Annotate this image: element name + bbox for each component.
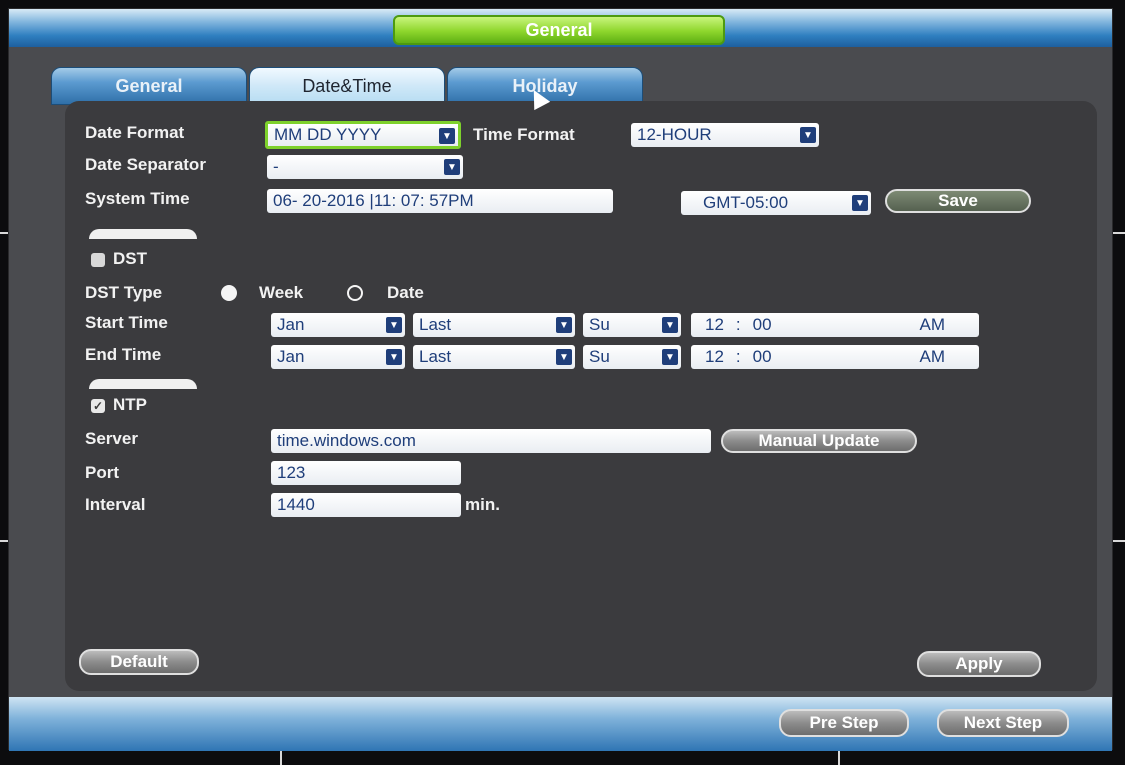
end-month-select[interactable]: Jan ▼ xyxy=(271,345,405,369)
port-label: Port xyxy=(85,463,119,482)
chevron-down-icon: ▼ xyxy=(556,349,572,365)
interval-input[interactable]: 1440 xyxy=(271,493,461,517)
chevron-down-icon: ▼ xyxy=(556,317,572,333)
end-colon: : xyxy=(735,347,741,366)
server-label: Server xyxy=(85,429,138,448)
apply-button[interactable]: Apply xyxy=(917,651,1041,677)
ntp-checkbox[interactable]: ✓ xyxy=(91,399,105,413)
chevron-down-icon: ▼ xyxy=(439,128,455,144)
start-ampm: AM xyxy=(919,315,946,334)
chevron-down-icon: ▼ xyxy=(852,195,868,211)
title-bar: General xyxy=(9,9,1112,47)
start-time-input[interactable]: 12 : 00 AM xyxy=(691,313,979,337)
date-separator-select[interactable]: - ▼ xyxy=(267,155,463,179)
chevron-down-icon: ▼ xyxy=(662,317,678,333)
date-format-select[interactable]: MM DD YYYY ▼ xyxy=(265,121,461,149)
end-day-value: Su xyxy=(589,347,610,366)
start-day-value: Su xyxy=(589,315,610,334)
screen-grid-line xyxy=(1113,540,1125,542)
start-month-select[interactable]: Jan ▼ xyxy=(271,313,405,337)
tab-date-time[interactable]: Date&Time xyxy=(249,67,445,105)
chevron-down-icon: ▼ xyxy=(800,127,816,143)
chevron-down-icon: ▼ xyxy=(386,349,402,365)
window-title: General xyxy=(393,15,725,45)
dst-type-week-label: Week xyxy=(259,283,304,302)
end-time-input[interactable]: 12 : 00 AM xyxy=(691,345,979,369)
dst-label: DST xyxy=(113,249,147,268)
start-time-label: Start Time xyxy=(85,313,168,332)
start-month-value: Jan xyxy=(277,315,305,334)
end-ampm: AM xyxy=(919,347,946,366)
time-format-label: Time Format xyxy=(473,125,575,144)
footer-bar: Pre Step Next Step xyxy=(9,697,1112,751)
start-hour: 12 xyxy=(705,315,724,334)
screen-grid-line xyxy=(0,540,8,542)
interval-label: Interval xyxy=(85,495,146,514)
time-format-value: 12-HOUR xyxy=(637,125,712,144)
end-week-value: Last xyxy=(419,347,452,366)
start-day-select[interactable]: Su ▼ xyxy=(583,313,681,337)
dst-checkbox[interactable] xyxy=(91,253,105,267)
section-divider xyxy=(89,379,197,389)
interval-unit: min. xyxy=(465,495,500,514)
time-format-select[interactable]: 12-HOUR ▼ xyxy=(631,123,819,147)
dst-type-week-radio[interactable] xyxy=(221,285,237,301)
date-separator-value: - xyxy=(273,157,279,176)
ntp-label: NTP xyxy=(113,395,147,414)
chevron-down-icon: ▼ xyxy=(662,349,678,365)
end-time-label: End Time xyxy=(85,345,162,364)
end-minute: 00 xyxy=(752,347,772,366)
date-format-label: Date Format xyxy=(85,123,185,142)
end-day-select[interactable]: Su ▼ xyxy=(583,345,681,369)
chevron-down-icon: ▼ xyxy=(444,159,460,175)
timezone-select[interactable]: GMT-05:00 ▼ xyxy=(681,191,871,215)
dst-type-date-label: Date xyxy=(387,283,424,302)
start-week-select[interactable]: Last ▼ xyxy=(413,313,575,337)
screen-grid-line xyxy=(838,750,840,765)
date-format-value: MM DD YYYY xyxy=(274,125,382,144)
dst-type-date-radio[interactable] xyxy=(347,285,363,301)
save-button[interactable]: Save xyxy=(885,189,1031,213)
start-week-value: Last xyxy=(419,315,452,334)
tab-general[interactable]: General xyxy=(51,67,247,105)
date-separator-label: Date Separator xyxy=(85,155,206,174)
default-button[interactable]: Default xyxy=(79,649,199,675)
next-step-button[interactable]: Next Step xyxy=(937,709,1069,737)
section-divider xyxy=(89,229,197,239)
chevron-down-icon: ▼ xyxy=(386,317,402,333)
manual-update-button[interactable]: Manual Update xyxy=(721,429,917,453)
pre-step-button[interactable]: Pre Step xyxy=(779,709,909,737)
end-week-select[interactable]: Last ▼ xyxy=(413,345,575,369)
end-month-value: Jan xyxy=(277,347,305,366)
settings-window: General General Date&Time Holiday Date F… xyxy=(8,8,1113,751)
end-hour: 12 xyxy=(705,347,724,366)
dst-type-label: DST Type xyxy=(85,283,163,302)
server-input[interactable]: time.windows.com xyxy=(271,429,711,453)
screen-grid-line xyxy=(280,750,282,765)
port-input[interactable]: 123 xyxy=(271,461,461,485)
system-time-label: System Time xyxy=(85,189,190,208)
system-time-input[interactable]: 06- 20-2016 |11: 07: 57PM xyxy=(267,189,613,213)
screen-grid-line xyxy=(0,232,8,234)
start-colon: : xyxy=(735,315,741,334)
timezone-value: GMT-05:00 xyxy=(703,193,789,212)
screen-grid-line xyxy=(1113,232,1125,234)
start-minute: 00 xyxy=(752,315,772,334)
